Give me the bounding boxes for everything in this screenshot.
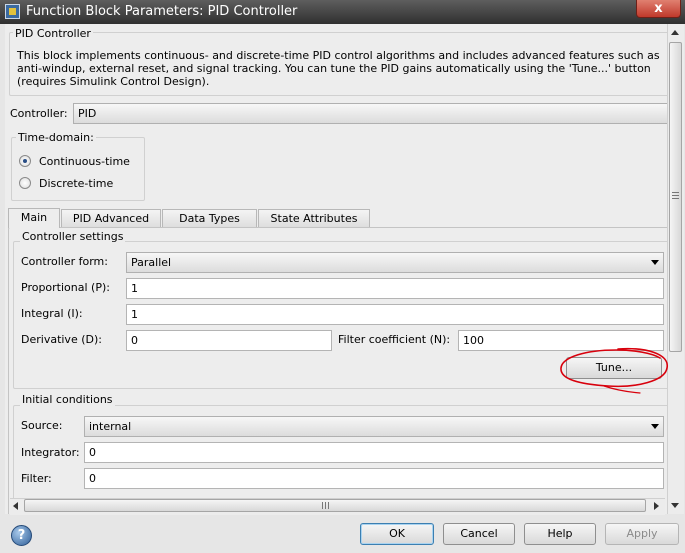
discrete-time-radio[interactable] (19, 177, 31, 189)
help-icon[interactable]: ? (11, 525, 32, 546)
proportional-field[interactable]: 1 (126, 278, 664, 299)
cancel-button[interactable]: Cancel (443, 523, 515, 545)
scroll-left-icon[interactable] (13, 502, 18, 510)
scroll-up-icon[interactable] (671, 30, 679, 35)
integral-field[interactable]: 1 (126, 304, 664, 325)
time-domain-legend: Time-domain: (16, 131, 96, 144)
source-value: internal (89, 420, 132, 433)
continuous-time-label[interactable]: Continuous-time (39, 155, 130, 168)
controller-value: PID (78, 107, 97, 120)
grip-icon (322, 502, 331, 509)
scroll-down-icon[interactable] (671, 503, 679, 508)
source-label: Source: (21, 419, 63, 432)
controller-form-label: Controller form: (21, 255, 108, 268)
chevron-down-icon (651, 260, 659, 265)
help-button[interactable]: Help (524, 523, 596, 545)
controller-form-dropdown[interactable]: Parallel (126, 252, 664, 273)
time-domain-group (11, 137, 145, 201)
block-description: This block implements continuous- and di… (17, 49, 660, 88)
chevron-down-icon (651, 424, 659, 429)
continuous-time-radio[interactable] (19, 155, 31, 167)
initial-conditions-legend: Initial conditions (20, 393, 115, 406)
ok-button[interactable]: OK (360, 523, 434, 545)
derivative-label: Derivative (D): (21, 333, 102, 346)
controller-label: Controller: (10, 107, 68, 120)
tab-main[interactable]: Main (8, 208, 60, 228)
block-name: PID Controller (13, 27, 93, 40)
close-button[interactable]: x (636, 0, 681, 18)
simulink-app-icon (5, 4, 20, 19)
source-dropdown[interactable]: internal (84, 416, 664, 437)
filter-label: Filter: (21, 472, 52, 485)
apply-button[interactable]: Apply (605, 523, 679, 545)
filter-coefficient-label: Filter coefficient (N): (338, 333, 451, 346)
grip-icon (672, 192, 679, 201)
horizontal-scroll-thumb[interactable] (24, 499, 646, 512)
tab-state-attributes[interactable]: State Attributes (258, 209, 370, 227)
controller-dropdown[interactable]: PID (73, 103, 667, 124)
derivative-field[interactable]: 0 (126, 330, 332, 351)
proportional-label: Proportional (P): (21, 281, 110, 294)
tab-pid-advanced[interactable]: PID Advanced (61, 209, 161, 227)
controller-form-value: Parallel (131, 256, 172, 269)
filter-field[interactable]: 0 (84, 468, 664, 489)
integrator-field[interactable]: 0 (84, 442, 664, 463)
discrete-time-label[interactable]: Discrete-time (39, 177, 113, 190)
red-annotation-circle (560, 347, 668, 394)
tab-data-types[interactable]: Data Types (162, 209, 257, 227)
window-title: Function Block Parameters: PID Controlle… (26, 4, 298, 19)
integrator-label: Integrator: (21, 446, 80, 459)
integral-label: Integral (I): (21, 307, 83, 320)
dialog-content: PID Controller This block implements con… (5, 24, 667, 514)
scroll-right-icon[interactable] (654, 502, 659, 510)
controller-settings-legend: Controller settings (20, 230, 126, 243)
